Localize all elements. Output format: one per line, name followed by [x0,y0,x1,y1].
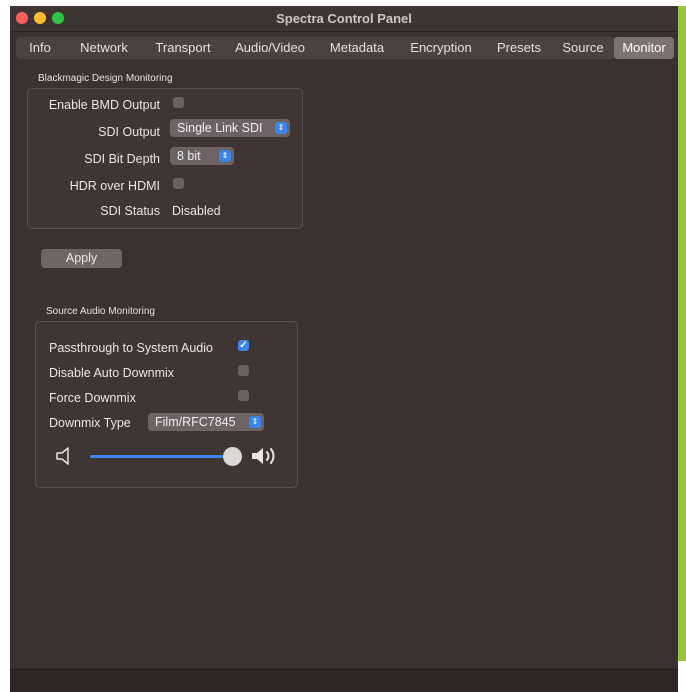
sdi-output-select[interactable]: Single Link SDI ⇕ [170,119,290,137]
tab-info[interactable]: Info [22,37,58,59]
bmd-section-title: Blackmagic Design Monitoring [38,73,173,84]
tab-network[interactable]: Network [70,37,138,59]
passthrough-checkbox[interactable]: ✓ [238,340,249,351]
disable-auto-downmix-checkbox[interactable] [238,365,249,376]
chevron-up-down-icon: ⇕ [219,150,231,162]
app-window: Spectra Control Panel Info Network Trans… [10,6,678,692]
downmix-type-value: Film/RFC7845 [155,415,236,429]
sdi-status-value: Disabled [172,204,221,218]
disable-auto-downmix-label: Disable Auto Downmix [49,366,175,380]
speaker-low-icon [56,447,69,465]
tab-audio-video[interactable]: Audio/Video [228,37,312,59]
sdi-bit-depth-select[interactable]: 8 bit ⇕ [170,147,234,165]
tab-monitor[interactable]: Monitor [614,37,674,59]
tab-transport[interactable]: Transport [146,37,220,59]
window-title: Spectra Control Panel [276,11,412,26]
tab-bar: Info Network Transport Audio/Video Metad… [16,37,674,59]
sdi-status-label: SDI Status [100,204,160,218]
chevron-up-down-icon: ⇕ [249,416,261,428]
tab-presets[interactable]: Presets [488,37,550,59]
enable-bmd-output-checkbox[interactable] [173,97,184,108]
apply-button[interactable]: Apply [41,249,122,268]
window-footer [10,669,678,692]
downmix-type-label: Downmix Type [49,416,131,430]
tab-source[interactable]: Source [554,37,612,59]
audio-section-title: Source Audio Monitoring [46,306,155,317]
volume-slider-knob[interactable] [223,447,242,466]
tab-encryption[interactable]: Encryption [401,37,481,59]
sdi-bit-depth-label: SDI Bit Depth [84,152,160,166]
hdr-over-hdmi-checkbox[interactable] [173,178,184,189]
speaker-high-icon [252,448,275,464]
enable-bmd-output-label: Enable BMD Output [48,98,160,112]
force-downmix-checkbox[interactable] [238,390,249,401]
title-bar: Spectra Control Panel [10,6,678,32]
force-downmix-label: Force Downmix [49,391,136,405]
sdi-output-label: SDI Output [98,125,160,139]
sdi-bit-depth-value: 8 bit [177,149,201,163]
background-window-edge [678,6,686,661]
hdr-over-hdmi-label: HDR over HDMI [69,179,160,193]
volume-slider-track[interactable] [90,455,232,458]
passthrough-label: Passthrough to System Audio [49,341,213,355]
chevron-up-down-icon: ⇕ [275,122,287,134]
tab-metadata[interactable]: Metadata [322,37,392,59]
downmix-type-select[interactable]: Film/RFC7845 ⇕ [148,413,264,431]
sdi-output-value: Single Link SDI [177,121,263,135]
